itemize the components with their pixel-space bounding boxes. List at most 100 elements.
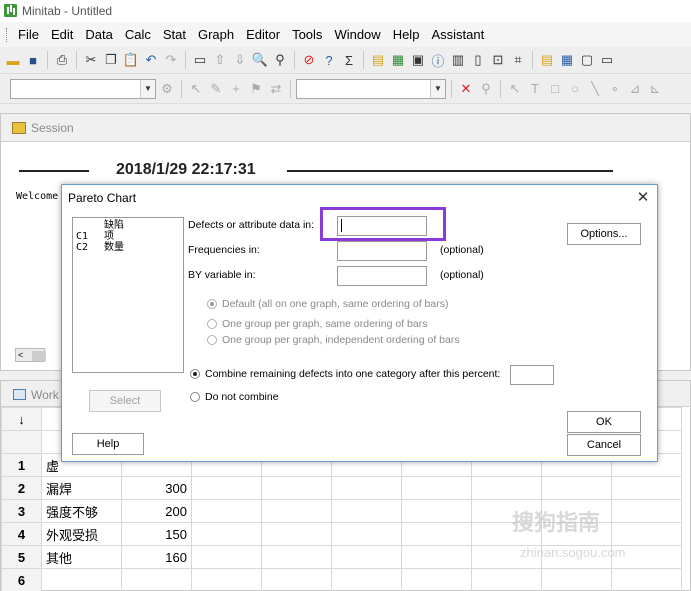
toolbar-more-icon[interactable]: ▭ <box>598 51 616 69</box>
table-cell[interactable] <box>41 568 122 591</box>
paste-icon[interactable]: 📋 <box>122 51 140 69</box>
redo-icon[interactable]: ↷ <box>162 51 180 69</box>
variable-list[interactable]: C1缺陷项 C2 数量 <box>72 217 184 373</box>
row-number[interactable]: 3 <box>1 499 42 523</box>
independent-order-radio[interactable] <box>207 335 217 345</box>
row-number[interactable]: 2 <box>1 476 42 500</box>
swap-icon[interactable]: ⇄ <box>267 80 285 98</box>
menu-edit[interactable]: Edit <box>45 27 79 42</box>
find-icon[interactable]: 🔍 <box>251 51 269 69</box>
graph-element-dropdown[interactable]: ▼ <box>10 78 156 99</box>
cancel-button[interactable]: Cancel <box>567 434 641 456</box>
layout-tool-icon[interactable]: ⌗ <box>509 51 527 69</box>
help-icon[interactable]: ? <box>320 51 338 69</box>
open-folder-icon[interactable]: ▬ <box>4 51 22 69</box>
delete-icon[interactable]: ✕ <box>457 80 475 98</box>
report-pad-icon[interactable]: ▯ <box>469 51 487 69</box>
row-number[interactable]: 1 <box>1 453 42 477</box>
text-tool-icon[interactable]: T <box>526 80 544 98</box>
table-cell[interactable]: 150 <box>121 522 192 546</box>
table-cell[interactable]: 其他 <box>41 545 122 569</box>
row-down-icon[interactable]: ⇩ <box>231 51 249 69</box>
history-icon[interactable]: ▥ <box>449 51 467 69</box>
menu-assistant[interactable]: Assistant <box>425 27 490 42</box>
polyline-tool-icon[interactable]: ⊾ <box>646 80 664 98</box>
table-cell[interactable]: 160 <box>121 545 192 569</box>
by-variable-input[interactable] <box>337 266 427 286</box>
ellipse-tool-icon[interactable]: ○ <box>566 80 584 98</box>
default-graph-radio[interactable] <box>207 299 217 309</box>
cut-icon[interactable]: ✂ <box>82 51 100 69</box>
session-window-icon[interactable]: ▤ <box>369 51 387 69</box>
same-order-radio[interactable] <box>207 319 217 329</box>
title-bar: Minitab - Untitled <box>0 0 691 22</box>
table-cell[interactable]: 300 <box>121 476 192 500</box>
combine-percent-input[interactable] <box>510 365 554 385</box>
list-item[interactable]: C1缺陷项 <box>76 220 180 242</box>
session-header: Session <box>1 114 690 142</box>
edit-attributes-icon[interactable]: ⚙ <box>158 80 176 98</box>
stat-guide-icon[interactable]: Σ <box>340 51 358 69</box>
table-cell[interactable]: 外观受损 <box>41 522 122 546</box>
menu-calc[interactable]: Calc <box>119 27 157 42</box>
crosshair-icon[interactable]: + <box>227 80 245 98</box>
flag-icon[interactable]: ⚑ <box>247 80 265 98</box>
menu-tools[interactable]: Tools <box>286 27 328 42</box>
optional-label: (optional) <box>440 269 484 281</box>
table-cell[interactable] <box>121 568 192 591</box>
worksheet-view-icon[interactable]: ▦ <box>558 51 576 69</box>
print-icon[interactable]: ⎙ <box>53 51 71 69</box>
frequencies-input[interactable] <box>337 241 427 261</box>
select-button[interactable]: Select <box>89 390 161 412</box>
defects-label: Defects or attribute data in: <box>188 219 315 231</box>
info-icon[interactable]: ⓘ <box>429 51 447 69</box>
row-number[interactable]: 6 <box>1 568 42 591</box>
dot-tool-icon[interactable]: ∘ <box>606 80 624 98</box>
list-item[interactable]: C2 数量 <box>76 242 180 253</box>
save-icon[interactable]: ■ <box>24 51 42 69</box>
menu-editor[interactable]: Editor <box>240 27 286 42</box>
help-button[interactable]: Help <box>72 433 144 455</box>
highlight-box <box>320 207 446 241</box>
table-cell[interactable]: 漏焊 <box>41 476 122 500</box>
arrow-down-icon[interactable]: ↓ <box>1 407 42 431</box>
menu-stat[interactable]: Stat <box>157 27 192 42</box>
table-cell[interactable]: 200 <box>121 499 192 523</box>
session-view-icon[interactable]: ▤ <box>538 51 556 69</box>
line-tool-icon[interactable]: ╲ <box>586 80 604 98</box>
graphs-folder-icon[interactable]: ▣ <box>409 51 427 69</box>
replace-icon[interactable]: ⚲ <box>271 51 289 69</box>
edit-last-dialog-icon[interactable]: ▭ <box>191 51 209 69</box>
menu-window[interactable]: Window <box>328 27 386 42</box>
do-not-combine-radio[interactable] <box>190 392 200 402</box>
row-number[interactable]: 4 <box>1 522 42 546</box>
brush-icon[interactable]: ✎ <box>207 80 225 98</box>
close-icon[interactable]: ✕ <box>634 188 652 206</box>
by-variable-label: BY variable in: <box>188 269 256 281</box>
combine-radio[interactable] <box>190 369 200 379</box>
menu-graph[interactable]: Graph <box>192 27 240 42</box>
table-cell[interactable]: 强度不够 <box>41 499 122 523</box>
undo-icon[interactable]: ↶ <box>142 51 160 69</box>
cancel-icon[interactable]: ⊘ <box>300 51 318 69</box>
menu-help[interactable]: Help <box>387 27 426 42</box>
horizontal-scrollbar-thumb[interactable] <box>32 351 46 361</box>
copy-icon[interactable]: ❐ <box>102 51 120 69</box>
ok-button[interactable]: OK <box>567 411 641 433</box>
menu-data[interactable]: Data <box>79 27 118 42</box>
project-manager-icon[interactable]: ▢ <box>578 51 596 69</box>
worksheet-icon <box>13 389 26 400</box>
new-column-icon[interactable]: ⊡ <box>489 51 507 69</box>
rectangle-tool-icon[interactable]: □ <box>546 80 564 98</box>
zoom-icon[interactable]: ⚲ <box>477 80 495 98</box>
annotation-select-icon[interactable]: ↖ <box>506 80 524 98</box>
row-number[interactable]: 5 <box>1 545 42 569</box>
table-row: 6 <box>1 568 682 591</box>
graph-dropdown[interactable]: ▼ <box>296 78 446 99</box>
worksheet-icon[interactable]: ▦ <box>389 51 407 69</box>
select-arrow-icon[interactable]: ↖ <box>187 80 205 98</box>
menu-file[interactable]: File <box>12 27 45 42</box>
polygon-tool-icon[interactable]: ⊿ <box>626 80 644 98</box>
options-button[interactable]: Options... <box>567 223 641 245</box>
row-up-icon[interactable]: ⇧ <box>211 51 229 69</box>
